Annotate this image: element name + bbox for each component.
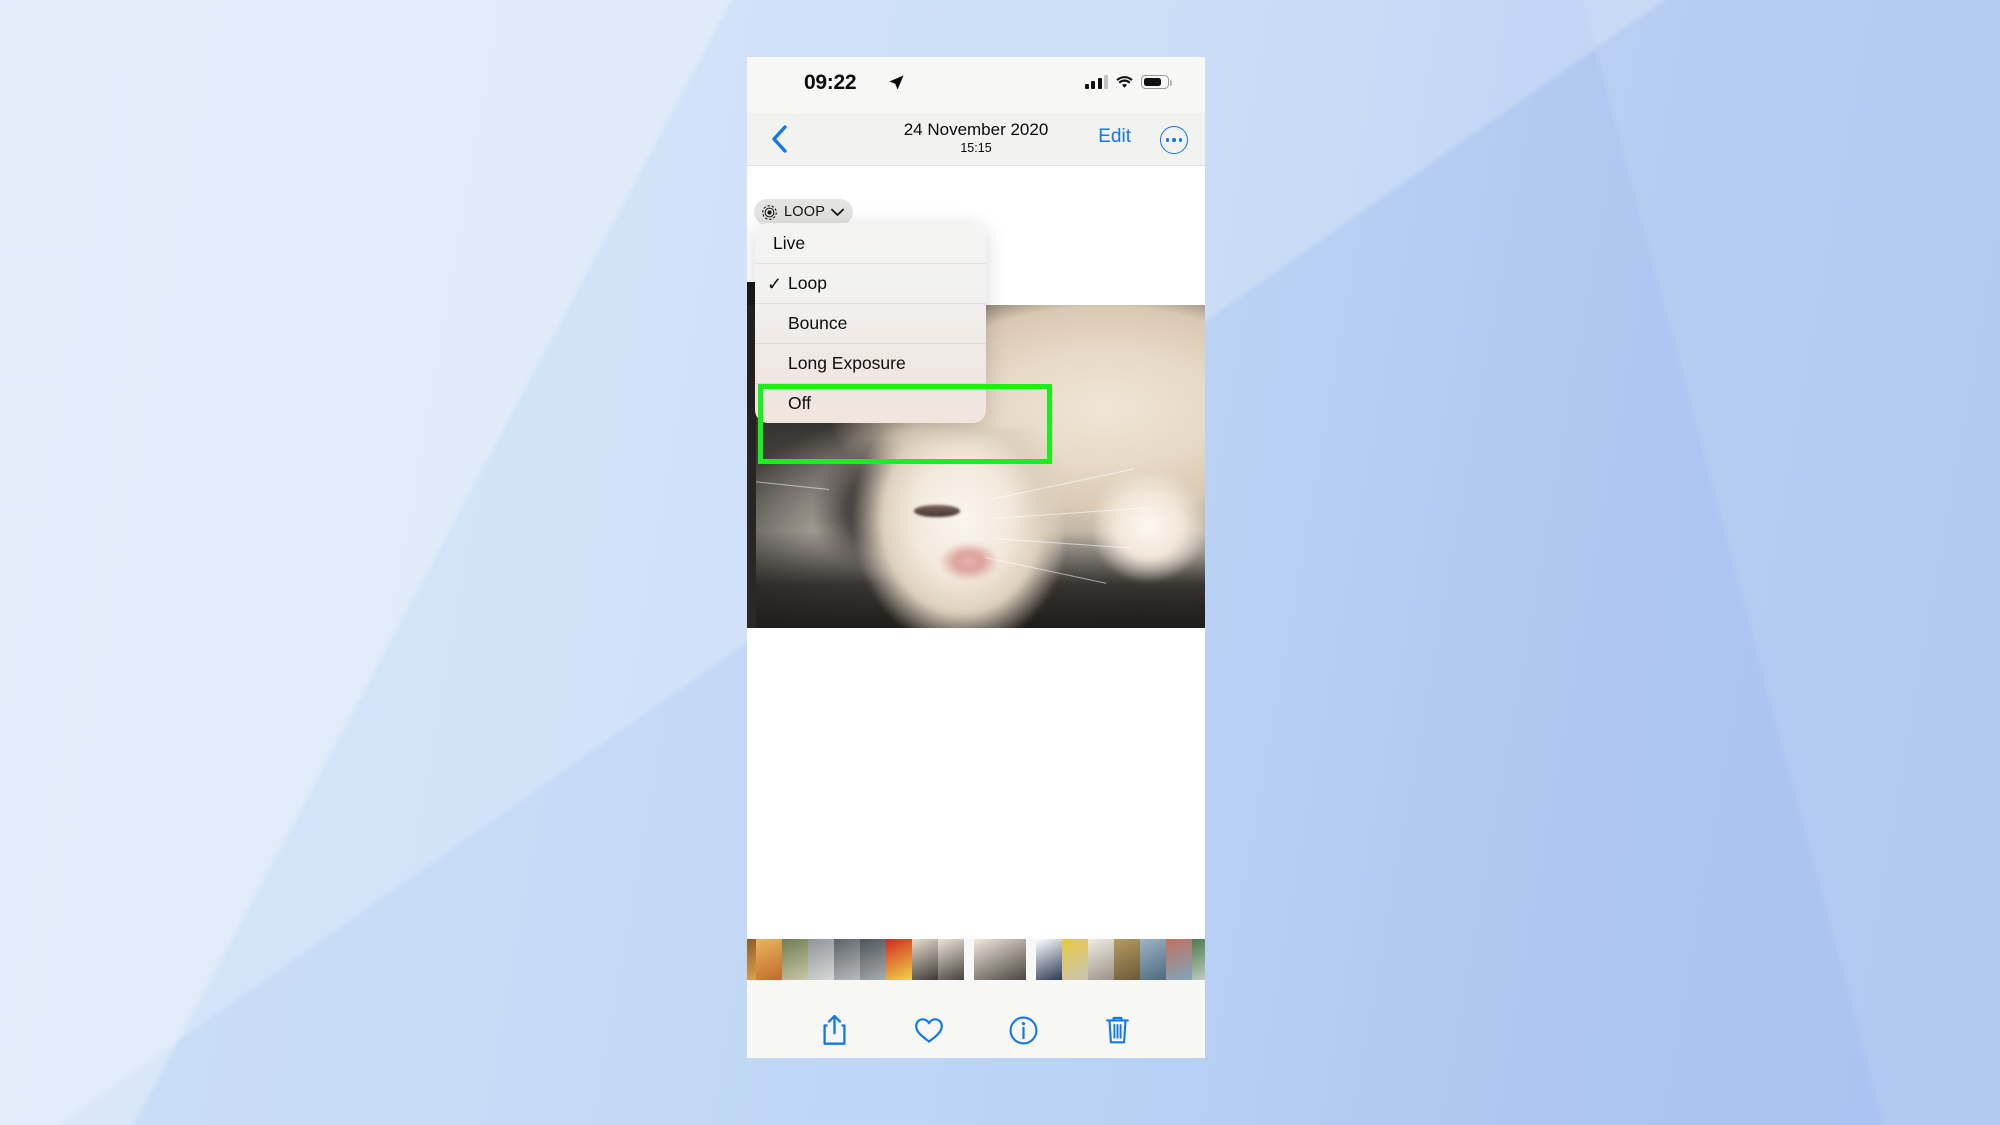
list-item-thumb-cat-a[interactable] bbox=[912, 939, 938, 980]
menu-item-label: Live bbox=[773, 232, 806, 253]
photo-layer-nose bbox=[939, 544, 999, 583]
list-item-thumb-newspaper[interactable] bbox=[1088, 939, 1114, 980]
live-photo-mode-menu: Live ✓ Loop Bounce Long Exposure Off bbox=[755, 223, 986, 423]
filmstrip-gap bbox=[1026, 939, 1036, 980]
photo-time: 15:15 bbox=[960, 141, 992, 155]
live-photo-mode-badge[interactable]: LOOP bbox=[754, 199, 854, 225]
list-item-thumb-houses[interactable] bbox=[1166, 939, 1192, 980]
menu-item-loop[interactable]: ✓ Loop bbox=[755, 263, 986, 303]
list-item-selected[interactable] bbox=[974, 939, 1026, 980]
list-item-thumb-pizza[interactable] bbox=[756, 939, 782, 980]
ellipsis-dot bbox=[1178, 138, 1183, 142]
list-item-thumb-food[interactable] bbox=[747, 939, 756, 980]
list-item-thumb-faucet[interactable] bbox=[834, 939, 860, 980]
page-title: 24 November 2020 15:15 bbox=[747, 119, 1205, 156]
checkmark-icon: ✓ bbox=[767, 273, 783, 294]
list-item-thumb-faucet-2[interactable] bbox=[860, 939, 886, 980]
chevron-down-icon bbox=[831, 208, 845, 216]
location-arrow-icon bbox=[889, 75, 904, 90]
more-options-button[interactable] bbox=[1160, 126, 1188, 154]
delete-button[interactable] bbox=[1071, 1002, 1166, 1058]
menu-item-off[interactable]: Off bbox=[755, 383, 986, 423]
list-item-thumb-board[interactable] bbox=[1114, 939, 1140, 980]
list-item-thumb-window[interactable] bbox=[782, 939, 808, 980]
favourite-button[interactable] bbox=[882, 1002, 977, 1058]
live-photo-mode-label: LOOP bbox=[784, 204, 826, 220]
share-button[interactable] bbox=[787, 1002, 882, 1058]
edit-button[interactable]: Edit bbox=[1098, 126, 1131, 148]
menu-item-long-exposure[interactable]: Long Exposure bbox=[755, 343, 986, 383]
wifi-icon bbox=[1116, 76, 1133, 88]
navigation-bar: 24 November 2020 15:15 Edit bbox=[747, 113, 1205, 166]
photo-blank-area bbox=[747, 846, 1205, 939]
filmstrip-gap bbox=[964, 939, 974, 980]
battery-icon bbox=[1141, 75, 1172, 89]
ellipsis-dot bbox=[1172, 138, 1176, 142]
signal-bars-icon bbox=[1084, 75, 1108, 89]
share-icon bbox=[823, 1014, 846, 1045]
menu-item-label: Long Exposure bbox=[788, 353, 906, 373]
photo-stage: LOOP Live ✓ Loop Bounce Long Exposure Of… bbox=[747, 166, 1205, 846]
photo-layer-eye bbox=[914, 505, 960, 517]
status-bar-indicators bbox=[1084, 75, 1172, 89]
photo-layer-head bbox=[852, 427, 1063, 628]
heart-icon bbox=[914, 1017, 943, 1043]
list-item-thumb-lego[interactable] bbox=[1192, 939, 1205, 980]
menu-item-label: Bounce bbox=[788, 313, 848, 333]
list-item-thumb-harbour[interactable] bbox=[1140, 939, 1166, 980]
status-bar-time: 09:22 bbox=[804, 71, 857, 94]
list-item-thumb-screenshot[interactable] bbox=[1036, 939, 1062, 980]
photo-toolbar bbox=[747, 980, 1205, 1058]
menu-item-bounce[interactable]: Bounce bbox=[755, 303, 986, 343]
trash-icon bbox=[1106, 1016, 1130, 1044]
info-icon bbox=[1009, 1016, 1038, 1044]
status-bar: 09:22 bbox=[747, 57, 1205, 113]
menu-item-live[interactable]: Live bbox=[755, 223, 986, 263]
list-item-thumb-poster[interactable] bbox=[886, 939, 912, 980]
info-button[interactable] bbox=[976, 1002, 1071, 1058]
phone-screen: 09:22 24 November 2020 15:15 Edit LOOP L… bbox=[747, 57, 1205, 1058]
photo-layer-paw bbox=[1095, 472, 1205, 590]
live-photo-icon bbox=[762, 204, 777, 220]
list-item-thumb-tap[interactable] bbox=[808, 939, 834, 980]
photo-date: 24 November 2020 bbox=[903, 120, 1049, 139]
menu-item-label: Loop bbox=[788, 273, 827, 293]
ellipsis-dot bbox=[1165, 138, 1170, 142]
list-item-thumb-kitchen[interactable] bbox=[1062, 939, 1088, 980]
photo-filmstrip[interactable] bbox=[747, 939, 1205, 980]
list-item-thumb-cat-b[interactable] bbox=[938, 939, 964, 980]
menu-item-label: Off bbox=[788, 393, 812, 413]
